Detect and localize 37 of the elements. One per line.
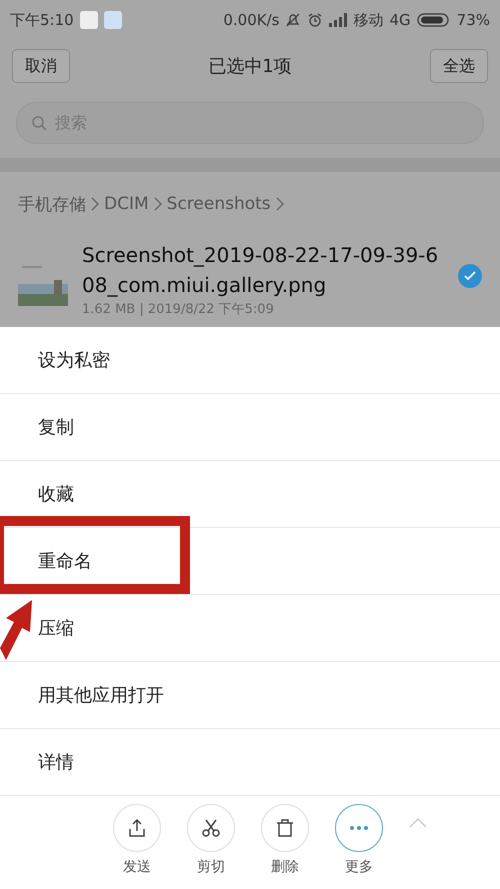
menu-item[interactable]: 详情 [38,750,74,774]
network-type: 4G [389,11,411,29]
alarm-icon [307,12,324,28]
file-name: Screenshot_2019-08-22-17-09-39-608_com.miui.gallery.png [82,242,440,299]
action-label: 删除 [271,858,299,876]
menu-item[interactable]: 复制 [38,415,74,439]
cancel-button[interactable]: 取消 [12,49,70,83]
file-meta: 1.62 MB | 2019/8/22 下午5:09 [82,301,275,318]
selection-checkbox[interactable] [458,264,482,288]
battery-icon [416,12,451,28]
action-label: 发送 [123,858,151,876]
chevron-right-icon [90,196,100,212]
menu-item[interactable]: 重命名 [38,549,92,573]
action-label: 更多 [345,858,373,876]
select-all-button[interactable]: 全选 [430,49,488,83]
search-icon [31,115,47,131]
menu-item[interactable]: 设为私密 [38,348,110,372]
trash-icon [275,818,295,838]
chevron-right-icon [152,196,163,212]
signal-icon [329,13,348,27]
action-label: 剪切 [197,858,225,876]
check-icon [464,271,476,281]
network-speed: 0.00K/s [223,11,280,29]
battery-percent: 73% [456,11,490,29]
menu-item[interactable]: 收藏 [38,482,74,506]
bell-muted-icon [285,12,302,28]
share-icon [127,818,147,838]
app-icon [104,11,122,29]
status-time: 下午5:10 [10,10,74,30]
selection-title: 已选中1项 [208,55,292,78]
scissors-icon [201,818,221,838]
chevron-right-icon [274,196,285,212]
more-icon [349,825,369,831]
menu-item[interactable]: 压缩 [38,616,74,640]
app-icon [80,11,98,29]
menu-item[interactable]: 用其他应用打开 [38,683,164,707]
carrier-label: 移动 [353,10,384,30]
